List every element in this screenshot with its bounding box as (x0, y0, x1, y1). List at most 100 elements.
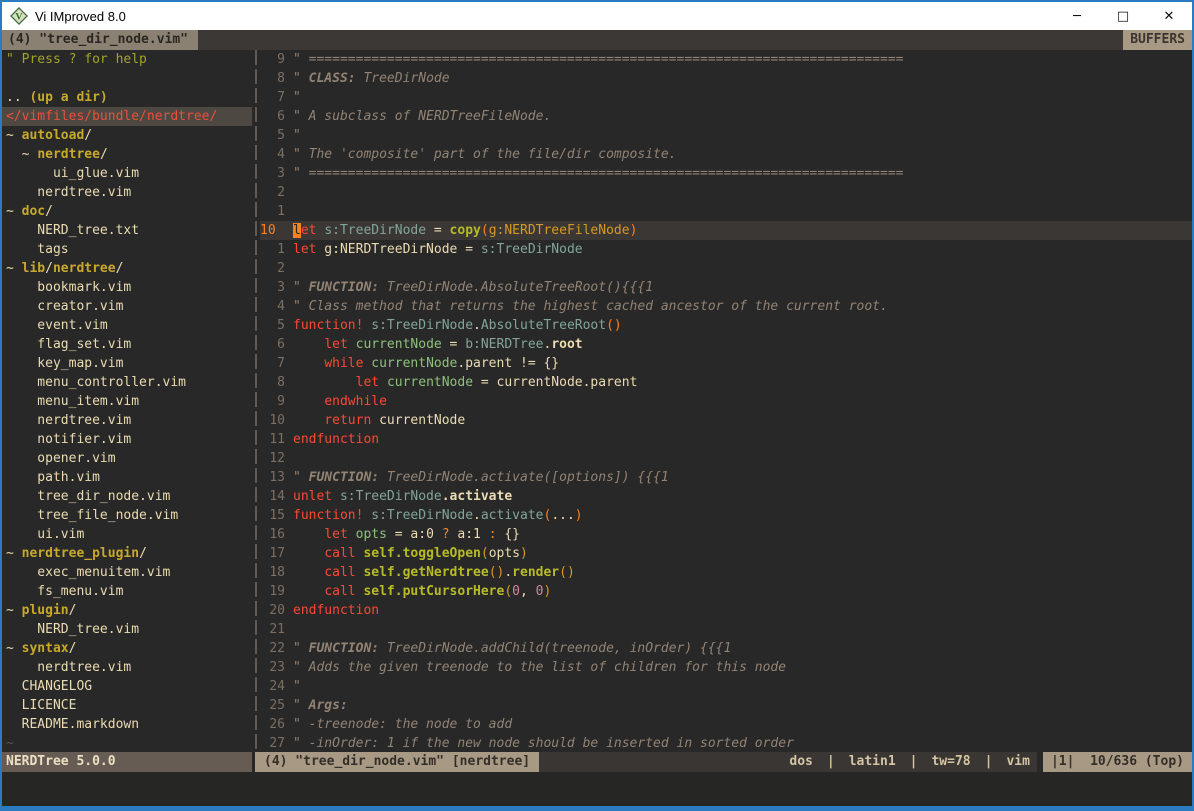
code-line[interactable]: 5" (260, 126, 1192, 145)
code-line[interactable]: 1let g:NERDTreeDirNode = s:TreeDirNode (260, 240, 1192, 259)
line-number: 17 (260, 544, 285, 563)
tab-active[interactable]: (4) "tree_dir_node.vim" (2, 30, 198, 50)
window-separator[interactable] (252, 50, 260, 752)
tree-row[interactable]: </vimfiles/bundle/nerdtree/ (2, 107, 252, 126)
code-line[interactable]: 16 let opts = a:0 ? a:1 : {} (260, 525, 1192, 544)
line-number: 9 (260, 50, 285, 69)
tree-row[interactable] (2, 69, 252, 88)
code-line[interactable]: 19 call self.putCursorHere(0, 0) (260, 582, 1192, 601)
code-line[interactable]: 18 call self.getNerdtree().render() (260, 563, 1192, 582)
tree-row[interactable]: LICENCE (2, 696, 252, 715)
statusline-fileformat: dos (782, 752, 819, 772)
line-number: 2 (260, 259, 285, 278)
code-line[interactable]: 7 while currentNode.parent != {} (260, 354, 1192, 373)
line-number: 5 (260, 126, 285, 145)
tree-row[interactable]: exec_menuitem.vim (2, 563, 252, 582)
code-line[interactable]: 8 let currentNode = currentNode.parent (260, 373, 1192, 392)
code-line[interactable]: 8" CLASS: TreeDirNode (260, 69, 1192, 88)
tree-row[interactable]: opener.vim (2, 449, 252, 468)
tree-row[interactable]: tree_dir_node.vim (2, 487, 252, 506)
statusline-nerdtree: NERDTree 5.0.0 (2, 752, 252, 772)
code-line[interactable]: 10 return currentNode (260, 411, 1192, 430)
minimize-button[interactable]: ─ (1054, 2, 1100, 30)
tree-row[interactable]: fs_menu.vim (2, 582, 252, 601)
editor-area: " Press ? for help .. (up a dir)</vimfile… (2, 50, 1192, 752)
tree-row[interactable]: menu_item.vim (2, 392, 252, 411)
code-line[interactable]: 9" =====================================… (260, 50, 1192, 69)
code-line[interactable]: 7" (260, 88, 1192, 107)
tree-row[interactable]: ~ syntax/ (2, 639, 252, 658)
code-line[interactable]: 6 let currentNode = b:NERDTree.root (260, 335, 1192, 354)
tree-row[interactable]: ~ nerdtree/ (2, 145, 252, 164)
code-line[interactable]: 23" Adds the given treenode to the list … (260, 658, 1192, 677)
tree-row[interactable]: event.vim (2, 316, 252, 335)
tree-row[interactable]: CHANGELOG (2, 677, 252, 696)
close-button[interactable]: ✕ (1146, 2, 1192, 30)
code-line[interactable]: 27" -inOrder: 1 if the new node should b… (260, 734, 1192, 752)
tree-row[interactable]: tree_file_node.vim (2, 506, 252, 525)
code-line[interactable]: 26" -treenode: the node to add (260, 715, 1192, 734)
code-line[interactable]: 10let s:TreeDirNode = copy(g:NERDTreeFil… (260, 221, 1192, 240)
code-line[interactable]: 3" FUNCTION: TreeDirNode.AbsoluteTreeRoo… (260, 278, 1192, 297)
tree-row[interactable]: ~ (2, 734, 252, 752)
tree-row[interactable]: ui_glue.vim (2, 164, 252, 183)
tree-row[interactable]: ~ plugin/ (2, 601, 252, 620)
tree-row[interactable]: menu_controller.vim (2, 373, 252, 392)
line-number: 20 (260, 601, 285, 620)
statusline-separator: | (978, 752, 1000, 772)
tree-row[interactable]: key_map.vim (2, 354, 252, 373)
code-line[interactable]: 3" =====================================… (260, 164, 1192, 183)
tree-row[interactable]: flag_set.vim (2, 335, 252, 354)
line-number: 15 (260, 506, 285, 525)
code-line[interactable]: 12 (260, 449, 1192, 468)
tree-row[interactable]: path.vim (2, 468, 252, 487)
line-number: 14 (260, 487, 285, 506)
tree-row[interactable]: bookmark.vim (2, 278, 252, 297)
tree-row[interactable]: ~ autoload/ (2, 126, 252, 145)
command-line (2, 772, 1192, 806)
code-line[interactable]: 13" FUNCTION: TreeDirNode.activate([opti… (260, 468, 1192, 487)
tree-row[interactable]: README.markdown (2, 715, 252, 734)
code-line[interactable]: 4" The 'composite' part of the file/dir … (260, 145, 1192, 164)
tree-row[interactable]: ui.vim (2, 525, 252, 544)
svg-text:V: V (15, 12, 23, 23)
tree-row[interactable]: tags (2, 240, 252, 259)
tree-row[interactable]: ~ nerdtree_plugin/ (2, 544, 252, 563)
code-line[interactable]: 24" (260, 677, 1192, 696)
code-line[interactable]: 4" Class method that returns the highest… (260, 297, 1192, 316)
code-line[interactable]: 14unlet s:TreeDirNode.activate (260, 487, 1192, 506)
tree-row[interactable]: nerdtree.vim (2, 183, 252, 202)
code-line[interactable]: 1 (260, 202, 1192, 221)
tree-row[interactable]: creator.vim (2, 297, 252, 316)
code-line[interactable]: 5function! s:TreeDirNode.AbsoluteTreeRoo… (260, 316, 1192, 335)
tree-row[interactable]: nerdtree.vim (2, 658, 252, 677)
tree-row[interactable]: ~ doc/ (2, 202, 252, 221)
line-number: 10 (260, 411, 285, 430)
statusline-separator: | (820, 752, 842, 772)
code-line[interactable]: 17 call self.toggleOpen(opts) (260, 544, 1192, 563)
tree-row[interactable]: .. (up a dir) (2, 88, 252, 107)
nerdtree-panel: " Press ? for help .. (up a dir)</vimfile… (2, 50, 252, 752)
line-number: 11 (260, 430, 285, 449)
maximize-button[interactable]: □ (1100, 2, 1146, 30)
code-line[interactable]: 20endfunction (260, 601, 1192, 620)
tree-row[interactable]: NERD_tree.txt (2, 221, 252, 240)
code-line[interactable]: 9 endwhile (260, 392, 1192, 411)
code-line[interactable]: 21 (260, 620, 1192, 639)
code-line[interactable]: 15function! s:TreeDirNode.activate(...) (260, 506, 1192, 525)
code-line[interactable]: 22" FUNCTION: TreeDirNode.addChild(treen… (260, 639, 1192, 658)
code-line[interactable]: 25" Args: (260, 696, 1192, 715)
code-line[interactable]: 6" A subclass of NERDTreeFileNode. (260, 107, 1192, 126)
tree-row[interactable]: NERD_tree.vim (2, 620, 252, 639)
tree-row[interactable]: nerdtree.vim (2, 411, 252, 430)
tree-row[interactable]: ~ lib/nerdtree/ (2, 259, 252, 278)
tree-row[interactable]: notifier.vim (2, 430, 252, 449)
titlebar: V Vi IMproved 8.0 ─ □ ✕ (2, 2, 1192, 30)
code-line[interactable]: 2 (260, 183, 1192, 202)
code-line[interactable]: 2 (260, 259, 1192, 278)
statusline-encoding: latin1 (842, 752, 903, 772)
tree-row[interactable]: " Press ? for help (2, 50, 252, 69)
vim-window: V Vi IMproved 8.0 ─ □ ✕ (4) "tree_dir_no… (0, 0, 1194, 811)
tabline: (4) "tree_dir_node.vim" BUFFERS (2, 30, 1192, 50)
code-line[interactable]: 11endfunction (260, 430, 1192, 449)
